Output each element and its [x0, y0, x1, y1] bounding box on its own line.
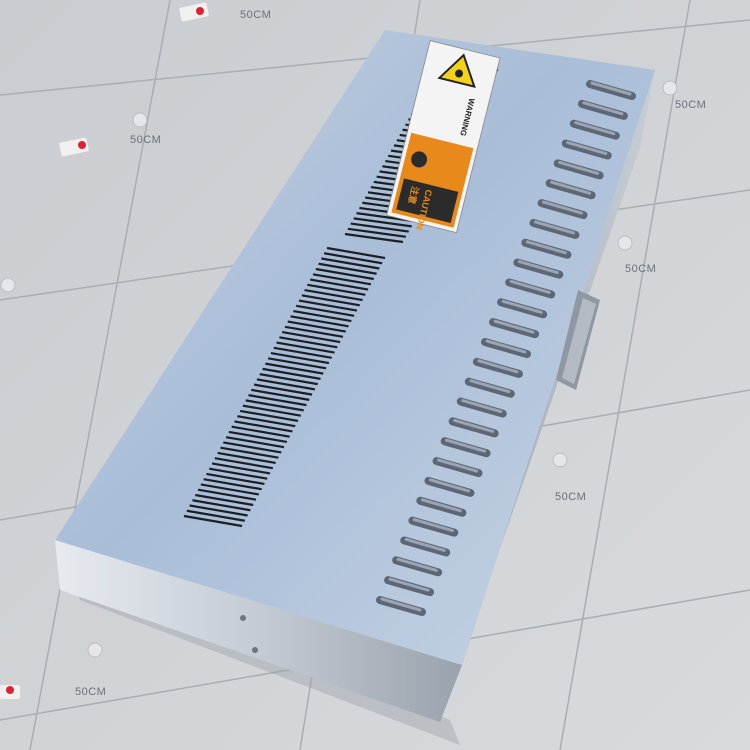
scale-label: 50CM	[675, 99, 706, 111]
product-render-scene: 50CM 50CM 50CM 50CM 50CM 50CM WARNING CA…	[0, 0, 750, 750]
scale-label: 50CM	[625, 263, 656, 275]
scale-label: 50CM	[75, 686, 106, 698]
screw-hole	[240, 615, 246, 621]
scale-label: 50CM	[555, 491, 586, 503]
screw-hole	[252, 647, 258, 653]
scale-label: 50CM	[240, 9, 271, 21]
scale-label: 50CM	[130, 134, 161, 146]
